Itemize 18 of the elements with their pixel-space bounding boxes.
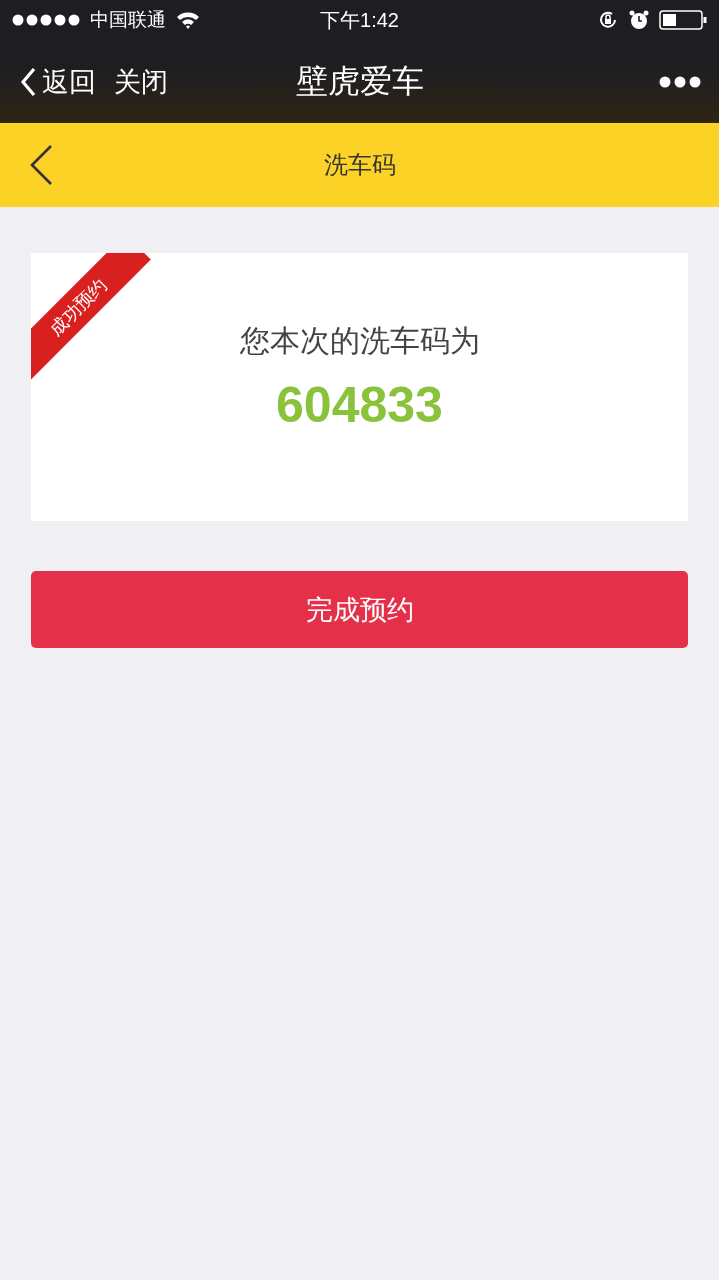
chevron-icon [20,66,36,97]
back-button[interactable]: 返回 [20,63,96,100]
code-caption: 您本次的洗车码为 [239,322,480,360]
ribbon-badge: 成功预约 [31,253,151,380]
carrier-name: 中国联通 [90,7,166,32]
more-icon[interactable] [659,75,701,88]
status-time: 下午1:42 [320,7,399,33]
close-button[interactable]: 关闭 [114,63,168,100]
wifi-icon [176,11,200,29]
alarm-icon [629,10,649,30]
battery-icon [659,10,707,30]
rotation-lock-icon [597,9,619,31]
app-title: 壁虎爱车 [295,60,424,102]
wash-code: 604833 [276,376,443,434]
page-title: 洗车码 [323,150,396,181]
back-icon[interactable] [28,144,54,186]
complete-button[interactable]: 完成预约 [31,571,688,648]
signal-icon [12,14,80,26]
